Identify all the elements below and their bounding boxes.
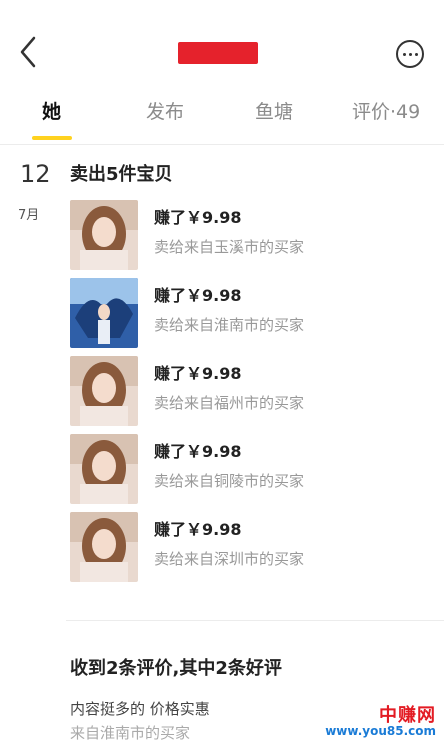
sale-item[interactable]: 赚了￥9.98 卖给来自深圳市的买家 — [70, 512, 430, 582]
product-thumbnail — [70, 278, 138, 348]
buyer-location: 卖给来自淮南市的买家 — [154, 316, 305, 334]
buyer-location: 卖给来自玉溪市的买家 — [154, 238, 305, 256]
watermark-url: www.you85.com — [325, 724, 436, 738]
tab-bar: 她 发布 鱼塘 评价·49 — [0, 88, 444, 145]
product-thumbnail — [70, 356, 138, 426]
earned-amount: 赚了￥9.98 — [154, 442, 242, 461]
earned-amount: 赚了￥9.98 — [154, 286, 242, 305]
active-tab-indicator — [32, 136, 72, 140]
sale-item[interactable]: 赚了￥9.98 卖给来自福州市的买家 — [70, 356, 430, 426]
sale-item[interactable]: 赚了￥9.98 卖给来自铜陵市的买家 — [70, 434, 430, 504]
review-source: 来自淮南市的买家 — [70, 724, 191, 742]
tab-published[interactable]: 发布 — [146, 88, 184, 144]
earned-amount: 赚了￥9.98 — [154, 520, 242, 539]
sale-item[interactable]: 赚了￥9.98 卖给来自玉溪市的买家 — [70, 200, 430, 270]
site-watermark: 中赚网 www.you85.com — [325, 705, 436, 738]
back-icon[interactable] — [14, 32, 44, 72]
product-thumbnail — [70, 200, 138, 270]
section-divider — [66, 620, 444, 621]
buyer-location: 卖给来自福州市的买家 — [154, 394, 305, 412]
date-month: 7月 — [18, 208, 40, 223]
buyer-location: 卖给来自铜陵市的买家 — [154, 472, 305, 490]
earned-amount: 赚了￥9.98 — [154, 208, 242, 227]
date-day: 12 — [20, 160, 51, 188]
product-thumbnail — [70, 434, 138, 504]
reviews-summary-title: 收到2条评价,其中2条好评 — [70, 658, 282, 679]
redacted-title — [178, 42, 258, 64]
earned-amount: 赚了￥9.98 — [154, 364, 242, 383]
watermark-name: 中赚网 — [379, 705, 436, 726]
sold-summary-title: 卖出5件宝贝 — [70, 164, 173, 185]
sale-item[interactable]: 赚了￥9.98 卖给来自淮南市的买家 — [70, 278, 430, 348]
review-text: 内容挺多的 价格实惠 — [70, 700, 210, 718]
buyer-location: 卖给来自深圳市的买家 — [154, 550, 305, 568]
top-bar — [0, 0, 444, 88]
tab-fishpond[interactable]: 鱼塘 — [255, 88, 293, 144]
product-thumbnail — [70, 512, 138, 582]
more-options-icon[interactable] — [396, 40, 424, 68]
tab-reviews[interactable]: 评价·49 — [352, 88, 420, 144]
